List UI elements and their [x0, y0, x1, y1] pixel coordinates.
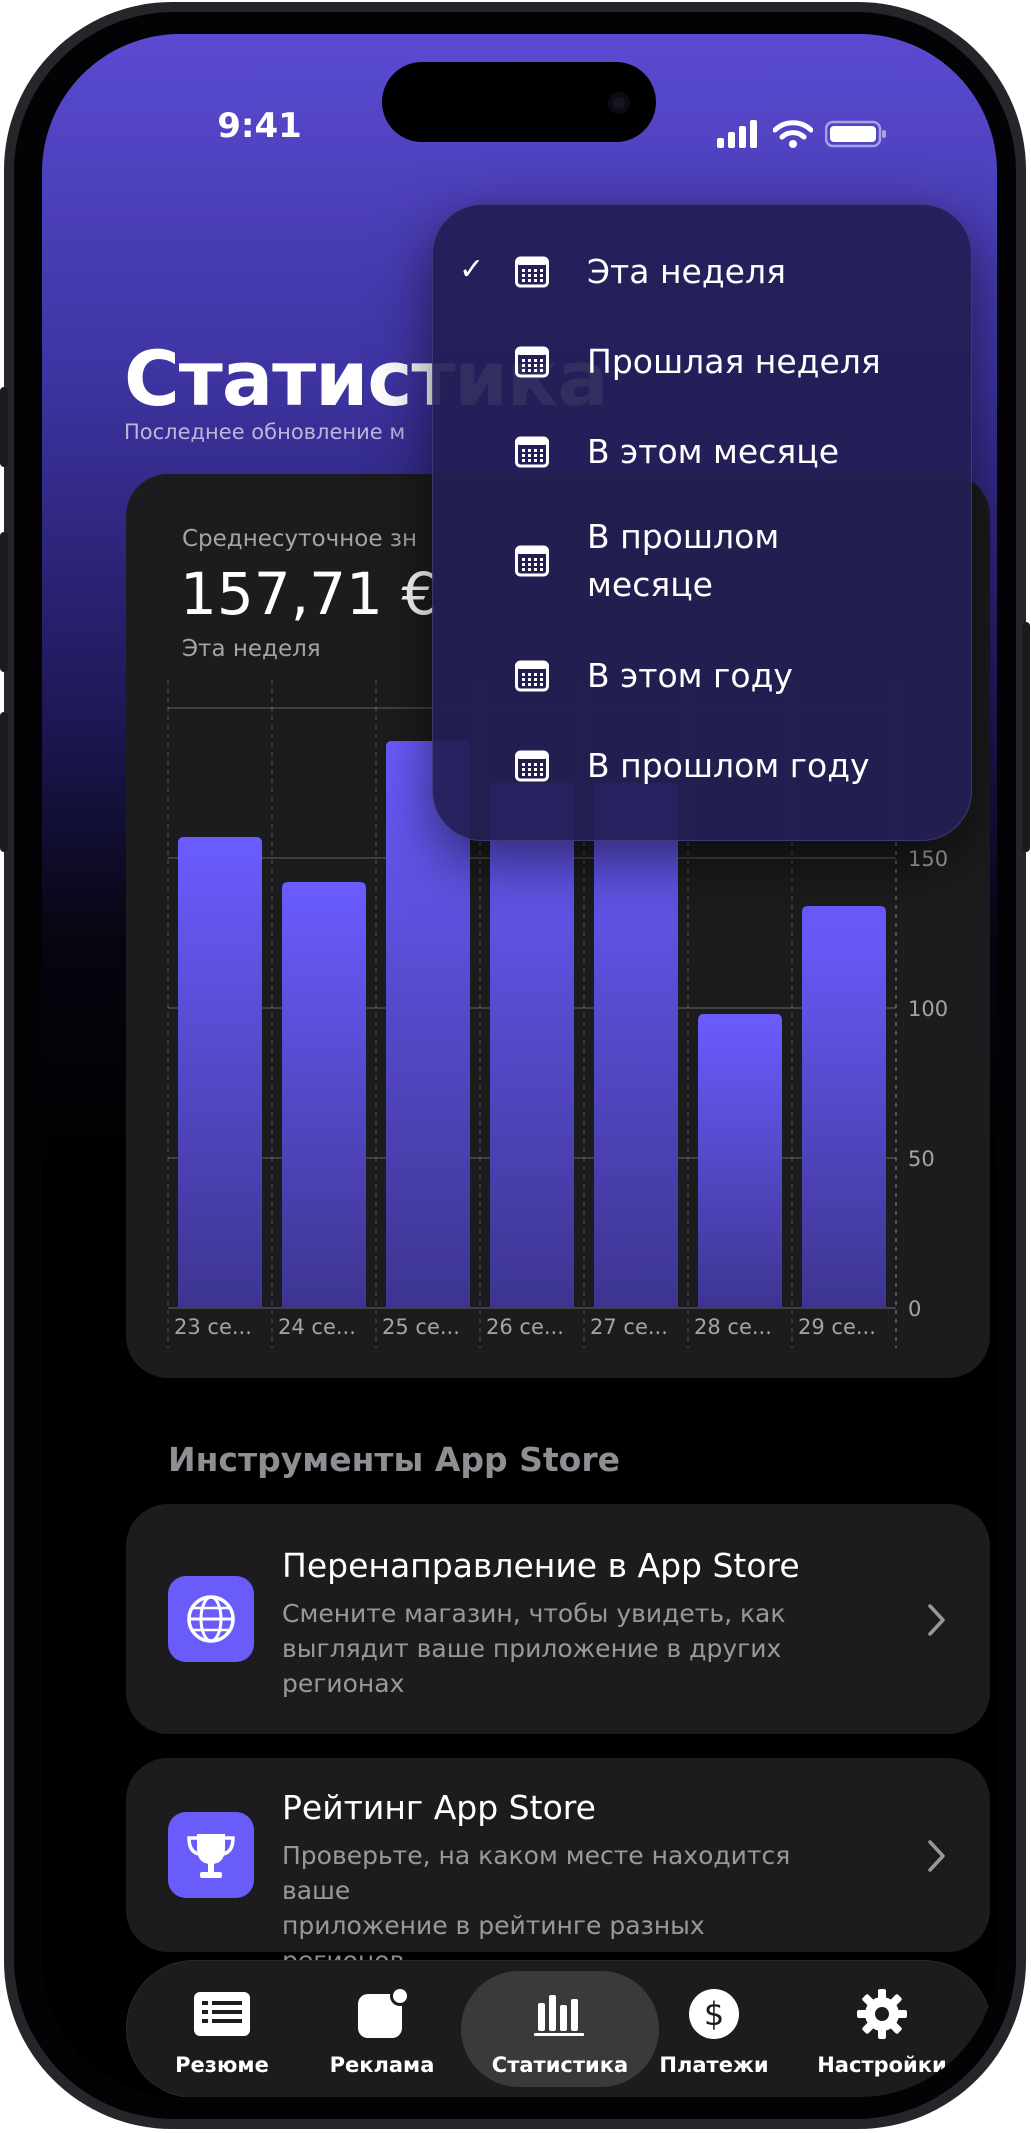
period-option-label: Эта неделя	[587, 252, 786, 291]
y-tick-label: 100	[908, 997, 948, 1021]
tool-app-store-redirect[interactable]: Перенаправление в App Store Смените мага…	[126, 1504, 990, 1734]
tool-title: Рейтинг App Store	[282, 1788, 596, 1827]
tool-desc-line: Смените магазин, чтобы увидеть, как	[282, 1599, 786, 1628]
summary-icon	[137, 1985, 307, 2043]
stats-icon	[475, 1985, 645, 2043]
section-title-app-store-tools: Инструменты App Store	[168, 1440, 620, 1479]
svg-text:$: $	[704, 1995, 724, 2033]
x-tick-label: 28 се...	[694, 1315, 772, 1339]
x-tick-label: 26 се...	[486, 1315, 564, 1339]
x-tick-label: 24 се...	[278, 1315, 356, 1339]
tool-desc-line: регионах	[282, 1669, 405, 1698]
x-tick-label: 23 се...	[174, 1315, 252, 1339]
side-button-volume-down	[0, 712, 8, 852]
chart-bar	[594, 783, 678, 1308]
tool-description: Смените магазин, чтобы увидеть, как выгл…	[282, 1596, 822, 1701]
y-tick-label: 0	[908, 1297, 921, 1321]
tool-desc-line: выглядит ваше приложение в других	[282, 1634, 782, 1663]
chart-bar	[698, 1014, 782, 1308]
wifi-icon	[773, 120, 813, 148]
period-option-label: В прошлом месяце	[587, 517, 780, 604]
tab-bar: Резюме Реклама Статистика $ Платежи Наст…	[126, 1960, 992, 2097]
tab-label: Резюме	[175, 2053, 269, 2077]
period-option[interactable]: В этом месяце	[433, 427, 971, 477]
dollar-icon: $	[629, 1985, 799, 2043]
chart-bar	[490, 783, 574, 1308]
chevron-right-icon	[928, 1604, 945, 1636]
signal-icon	[717, 120, 757, 148]
dynamic-island	[382, 62, 656, 142]
tab-label: Настройки	[817, 2053, 947, 2077]
y-tick-label: 150	[908, 847, 948, 871]
trophy-icon-box	[168, 1812, 254, 1898]
ads-icon	[297, 1985, 467, 2043]
tab-payments[interactable]: $ Платежи	[629, 1961, 799, 2097]
period-option[interactable]: В прошлом месяце	[433, 513, 971, 609]
tool-desc-line: Проверьте, на каком месте находится ваше	[282, 1841, 791, 1905]
period-option[interactable]: ✓ Эта неделя	[433, 247, 971, 297]
x-tick-label: 25 се...	[382, 1315, 460, 1339]
screen: 9:41 Статистика Последнее обновление м С…	[42, 34, 997, 2097]
tab-ads[interactable]: Реклама	[297, 1961, 467, 2097]
gear-icon	[797, 1985, 967, 2043]
tab-label: Статистика	[491, 2053, 629, 2077]
period-option-label: Прошлая неделя	[587, 342, 881, 381]
calendar-icon	[515, 660, 549, 692]
phone-frame: 9:41 Статистика Последнее обновление м С…	[0, 2, 1030, 2129]
y-tick-label: 50	[908, 1147, 935, 1171]
chevron-right-icon	[928, 1840, 945, 1872]
tab-statistics[interactable]: Статистика	[475, 1961, 645, 2097]
status-icons	[717, 120, 887, 148]
tab-label: Платежи	[659, 2053, 769, 2077]
last-update-text: Последнее обновление м	[124, 420, 406, 444]
period-dropdown-menu: ✓ Эта неделя Прошлая неделя В этом месяце В …	[432, 204, 972, 841]
period-option[interactable]: Прошлая неделя	[433, 337, 971, 387]
side-button-power	[1022, 622, 1030, 852]
period-option-label: В этом месяце	[587, 432, 839, 471]
tool-description: Проверьте, на каком месте находится ваше…	[282, 1838, 822, 1978]
period-option[interactable]: В этом году	[433, 651, 971, 701]
calendar-icon	[515, 545, 549, 577]
x-tick-label: 29 се...	[798, 1315, 876, 1339]
chart-bar	[178, 837, 262, 1308]
status-time: 9:41	[217, 106, 302, 146]
chart-bar	[282, 882, 366, 1308]
calendar-icon	[515, 750, 549, 782]
camera-icon	[608, 92, 630, 114]
tool-title: Перенаправление в App Store	[282, 1546, 800, 1585]
trophy-icon	[187, 1834, 235, 1878]
x-tick-label: 27 се...	[590, 1315, 668, 1339]
chart-bar	[802, 906, 886, 1308]
tab-label: Реклама	[329, 2053, 435, 2077]
battery-icon	[825, 120, 886, 148]
side-button-silent	[0, 387, 8, 467]
calendar-icon	[515, 256, 549, 288]
calendar-icon	[515, 436, 549, 468]
tab-summary[interactable]: Резюме	[137, 1961, 307, 2097]
side-button-volume-up	[0, 532, 8, 672]
globe-icon	[187, 1595, 235, 1643]
calendar-icon	[515, 346, 549, 378]
period-option-label: В прошлом году	[587, 746, 870, 785]
checkmark-icon: ✓	[459, 252, 485, 287]
period-option[interactable]: В прошлом году	[433, 741, 971, 791]
tab-settings[interactable]: Настройки	[797, 1961, 967, 2097]
tool-app-store-rating[interactable]: Рейтинг App Store Проверьте, на каком ме…	[126, 1758, 990, 1975]
period-option-label: В этом году	[587, 656, 793, 695]
globe-icon-box	[168, 1576, 254, 1662]
